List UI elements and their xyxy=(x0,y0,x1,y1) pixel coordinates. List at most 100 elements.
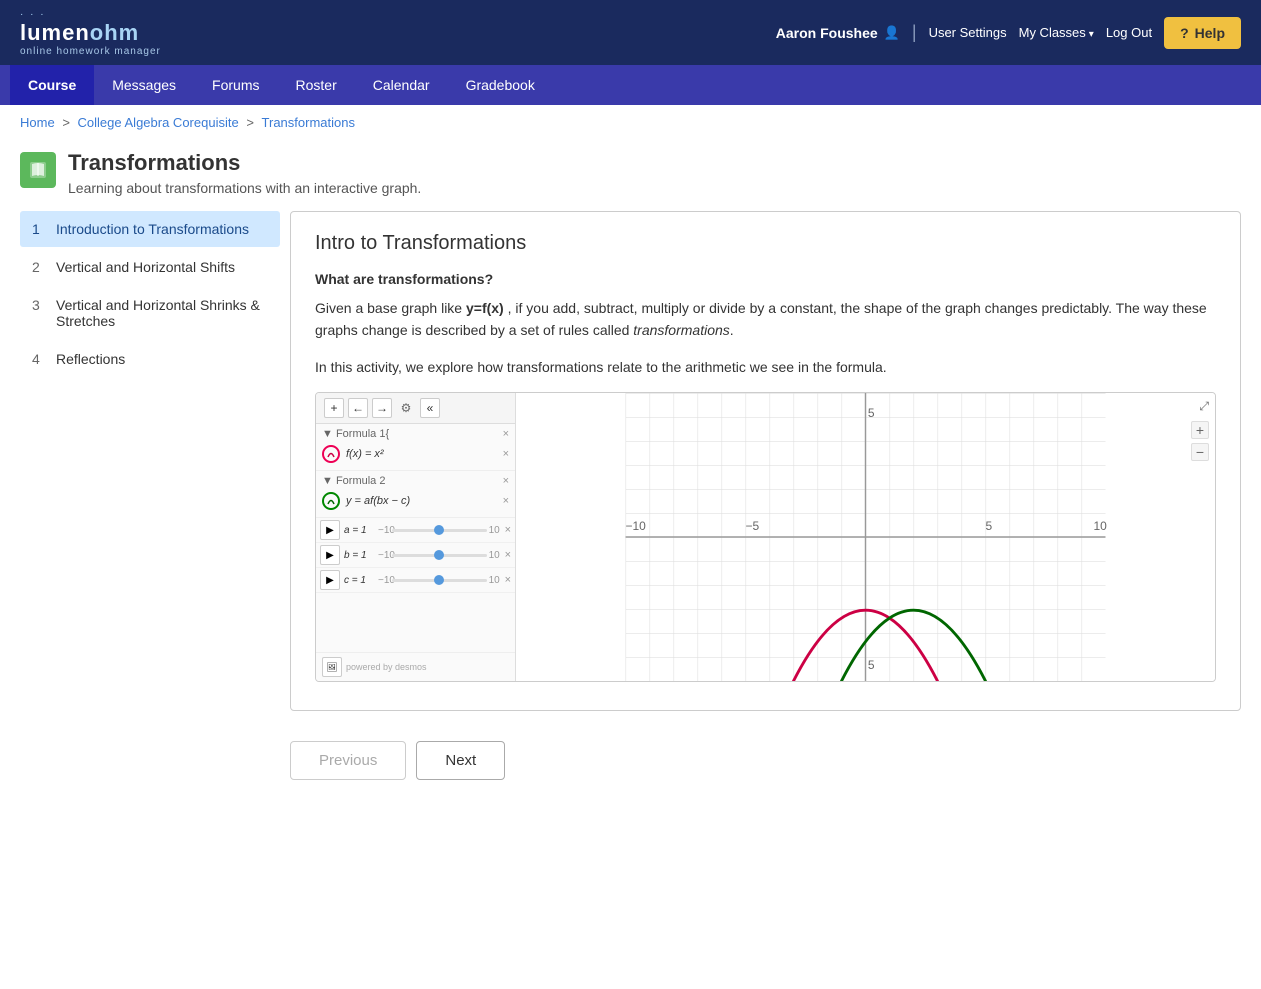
slider-c-row: ▶ c = 1 −10 10 × xyxy=(316,568,515,593)
my-classes-chevron-down-icon xyxy=(1089,25,1094,40)
logout-link[interactable]: Log Out xyxy=(1106,25,1152,40)
breadcrumb-home[interactable]: Home xyxy=(20,115,55,130)
sidebar-item-3[interactable]: 3 Vertical and Horizontal Shrinks & Stre… xyxy=(20,287,280,339)
graph-container: + ← → ⚙ « ▼ Formula 1{ × xyxy=(315,392,1216,682)
formula-2-color-icon[interactable] xyxy=(322,492,340,510)
my-classes-link[interactable]: My Classes xyxy=(1019,25,1094,40)
user-icon xyxy=(884,24,900,41)
slider-c-track-container: −10 10 xyxy=(378,575,501,586)
redo-button[interactable]: → xyxy=(372,398,392,418)
slider-a-row: ▶ a = 1 −10 10 × xyxy=(316,518,515,543)
nav-bar: Course Messages Forums Roster Calendar G… xyxy=(0,65,1261,105)
next-button[interactable]: Next xyxy=(416,741,505,780)
slider-a-track[interactable] xyxy=(392,529,487,532)
svg-text:−5: −5 xyxy=(746,519,760,533)
slider-c-play-button[interactable]: ▶ xyxy=(320,570,340,590)
nav-item-course[interactable]: Course xyxy=(10,65,94,105)
formula-2-close[interactable]: × xyxy=(503,475,509,487)
breadcrumb: Home > College Algebra Corequisite > Tra… xyxy=(0,105,1261,140)
slider-c-max-label: 10 xyxy=(489,575,501,586)
slider-c-min-label: −10 xyxy=(378,575,390,586)
sidebar-item-1-number: 1 xyxy=(32,221,48,237)
content-title: Intro to Transformations xyxy=(315,232,1216,255)
formula-2-curve-icon xyxy=(326,496,336,506)
slider-b-max-label: 10 xyxy=(489,550,501,561)
image-button[interactable]: 🖼 xyxy=(322,657,342,677)
formula-2-header: ▼ Formula 2 × xyxy=(322,475,509,487)
slider-a-max-label: 10 xyxy=(489,525,501,536)
sidebar-item-4-number: 4 xyxy=(32,351,48,367)
slider-a-play-button[interactable]: ▶ xyxy=(320,520,340,540)
formula-2-toggle[interactable]: ▼ Formula 2 xyxy=(322,475,385,487)
formula-2-expression[interactable]: y = af(bx − c) xyxy=(346,495,410,507)
slider-b-thumb[interactable] xyxy=(434,550,444,560)
breadcrumb-current[interactable]: Transformations xyxy=(262,115,355,130)
formula-1-expression[interactable]: f(x) = x² xyxy=(346,448,384,460)
svg-text:5: 5 xyxy=(868,406,875,420)
zoom-in-button[interactable]: + xyxy=(1191,421,1209,439)
nav-item-roster[interactable]: Roster xyxy=(278,65,355,105)
sidebar-item-4[interactable]: 4 Reflections xyxy=(20,341,280,377)
formula-1-curve-icon xyxy=(326,449,336,459)
nav-item-calendar[interactable]: Calendar xyxy=(355,65,448,105)
undo-button[interactable]: ← xyxy=(348,398,368,418)
nav-item-gradebook[interactable]: Gradebook xyxy=(448,65,553,105)
help-button[interactable]: ? Help xyxy=(1164,17,1241,49)
slider-b-track[interactable] xyxy=(392,554,487,557)
sidebar-item-2-label: Vertical and Horizontal Shifts xyxy=(56,259,235,275)
formula-1-group: ▼ Formula 1{ × f(x) = x² × xyxy=(316,424,515,471)
formula-1-row: f(x) = x² × xyxy=(322,442,509,466)
slider-a-close[interactable]: × xyxy=(505,524,511,536)
previous-button[interactable]: Previous xyxy=(290,741,406,780)
expand-graph-button[interactable]: ⤢ xyxy=(1199,399,1209,414)
svg-text:10: 10 xyxy=(1094,519,1108,533)
nav-item-messages[interactable]: Messages xyxy=(94,65,194,105)
slider-c-label: c = 1 xyxy=(344,575,374,586)
settings-icon[interactable]: ⚙ xyxy=(396,398,416,418)
formula-2-group: ▼ Formula 2 × y = af(bx − c) × xyxy=(316,471,515,518)
book-icon xyxy=(27,159,49,181)
logo-dots: · · · xyxy=(20,9,161,20)
sidebar-item-1-label: Introduction to Transformations xyxy=(56,221,249,237)
sidebar-item-3-number: 3 xyxy=(32,297,48,313)
page-title: Transformations xyxy=(68,150,421,176)
breadcrumb-separator-1: > xyxy=(62,115,73,130)
page-title-area: Transformations Learning about transform… xyxy=(0,140,1261,201)
slider-a-min-label: −10 xyxy=(378,525,390,536)
help-question-icon: ? xyxy=(1180,25,1189,41)
help-label: Help xyxy=(1195,25,1225,41)
formula-2-expr-close[interactable]: × xyxy=(503,495,509,507)
sidebar: 1 Introduction to Transformations 2 Vert… xyxy=(20,211,290,711)
header: · · · lumenohm online homework manager A… xyxy=(0,0,1261,65)
slider-b-play-button[interactable]: ▶ xyxy=(320,545,340,565)
user-settings-link[interactable]: User Settings xyxy=(929,25,1007,40)
sidebar-item-2[interactable]: 2 Vertical and Horizontal Shifts xyxy=(20,249,280,285)
logo-ohm: ohm xyxy=(90,20,139,45)
page-icon xyxy=(20,152,56,188)
formula-1-expr-close[interactable]: × xyxy=(503,448,509,460)
svg-text:5: 5 xyxy=(868,658,875,672)
slider-b-min-label: −10 xyxy=(378,550,390,561)
content-section-title: What are transformations? xyxy=(315,271,1216,287)
graph-svg-area[interactable]: 10 −10 −5 5 5 5 ⤢ + − xyxy=(516,393,1215,681)
collapse-button[interactable]: « xyxy=(420,398,440,418)
slider-c-close[interactable]: × xyxy=(505,574,511,586)
slider-c-thumb[interactable] xyxy=(434,575,444,585)
nav-item-forums[interactable]: Forums xyxy=(194,65,277,105)
slider-b-close[interactable]: × xyxy=(505,549,511,561)
breadcrumb-course[interactable]: College Algebra Corequisite xyxy=(78,115,239,130)
logo-subtitle: online homework manager xyxy=(20,46,161,57)
slider-a-thumb[interactable] xyxy=(434,525,444,535)
formula-1-color-icon[interactable] xyxy=(322,445,340,463)
zoom-out-button[interactable]: − xyxy=(1191,443,1209,461)
content-italic-transformations: transformations xyxy=(633,322,729,338)
sidebar-item-3-label: Vertical and Horizontal Shrinks & Stretc… xyxy=(56,297,268,329)
slider-b-row: ▶ b = 1 −10 10 × xyxy=(316,543,515,568)
slider-c-track[interactable] xyxy=(392,579,487,582)
formula-1-close[interactable]: × xyxy=(503,428,509,440)
add-expression-button[interactable]: + xyxy=(324,398,344,418)
formula-1-toggle[interactable]: ▼ Formula 1{ xyxy=(322,428,389,440)
content-paragraph-2: In this activity, we explore how transfo… xyxy=(315,356,1216,378)
main-layout: 1 Introduction to Transformations 2 Vert… xyxy=(0,201,1261,721)
sidebar-item-1[interactable]: 1 Introduction to Transformations xyxy=(20,211,280,247)
